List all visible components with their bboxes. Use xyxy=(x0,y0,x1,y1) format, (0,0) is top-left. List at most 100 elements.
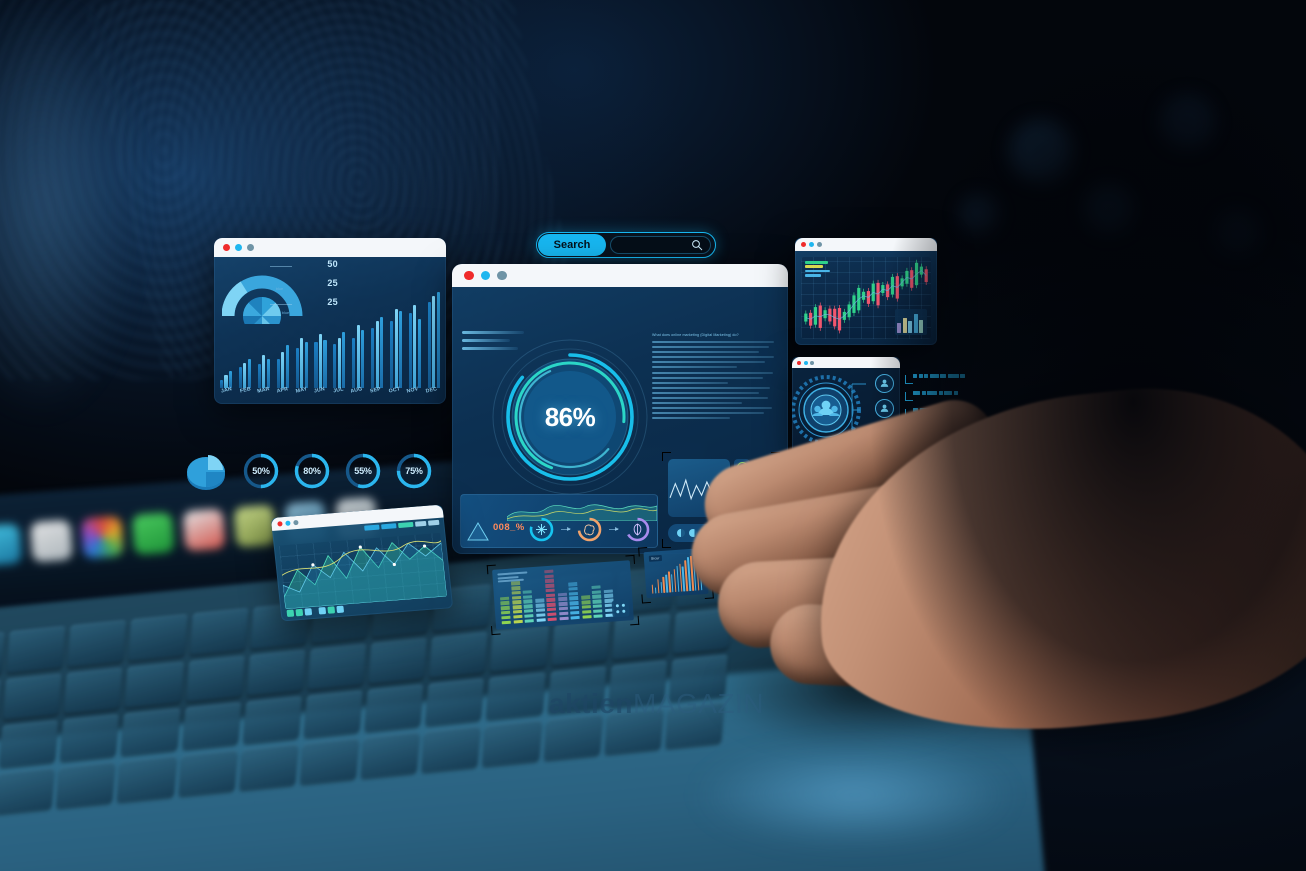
keyboard-key[interactable] xyxy=(0,631,5,679)
bar xyxy=(427,301,431,388)
keyboard-key[interactable] xyxy=(0,720,59,767)
keyboard-key[interactable] xyxy=(128,614,188,661)
close-dot-icon[interactable] xyxy=(223,244,230,251)
dot-icon xyxy=(621,603,625,607)
maximize-dot-icon[interactable] xyxy=(247,244,254,251)
matrix-cell xyxy=(557,592,567,597)
minimize-dot-icon[interactable] xyxy=(480,270,490,281)
search-bar[interactable]: Search xyxy=(536,232,716,258)
kpi-ring: 50% xyxy=(242,452,280,490)
keyboard-key[interactable] xyxy=(121,708,181,755)
keyboard-key[interactable] xyxy=(482,719,542,766)
keyboard-key[interactable] xyxy=(6,625,66,673)
keyboard-key[interactable] xyxy=(117,755,177,802)
keyboard-key[interactable] xyxy=(364,684,424,731)
matrix-cell xyxy=(568,591,579,596)
menu-line[interactable] xyxy=(462,331,524,334)
kpi-ring-label: 50% xyxy=(252,466,270,476)
bar xyxy=(314,341,318,388)
keyboard-key[interactable] xyxy=(303,690,363,737)
bar xyxy=(285,344,289,388)
keyboard-key[interactable] xyxy=(239,743,299,790)
month-label: JUN xyxy=(313,386,326,395)
chart-tab[interactable] xyxy=(381,523,397,530)
keyboard-key[interactable] xyxy=(63,667,123,714)
bar xyxy=(413,305,417,388)
matrix-cell xyxy=(524,613,534,618)
month-label: MAY xyxy=(294,386,308,395)
keyboard-key[interactable] xyxy=(543,713,603,760)
keyboard-key[interactable] xyxy=(189,608,249,655)
minimize-dot-icon[interactable] xyxy=(285,520,291,526)
dock-icon xyxy=(0,523,22,567)
data-matrix-panel[interactable] xyxy=(486,554,640,636)
flow-arrow-icon xyxy=(561,527,571,531)
phase-icon xyxy=(677,529,685,537)
window-area-chart[interactable] xyxy=(270,504,454,622)
matrix-cell xyxy=(545,588,555,593)
flow-arrow-icon xyxy=(657,529,658,530)
keyboard-key[interactable] xyxy=(56,761,116,808)
leaf-icon[interactable] xyxy=(625,517,650,542)
window-bar-chart[interactable]: 50 blue 25 25 blue JAN FEB MAR APR MAY JUN JUL… xyxy=(214,238,446,404)
minimize-dot-icon[interactable] xyxy=(235,244,242,251)
keyboard-key[interactable] xyxy=(181,702,241,749)
keyboard-key[interactable] xyxy=(421,725,481,772)
article-line xyxy=(652,402,743,405)
control-chip[interactable] xyxy=(286,609,295,618)
bar xyxy=(337,338,341,388)
keyboard-key[interactable] xyxy=(178,749,238,796)
keyboard-key[interactable] xyxy=(246,649,306,696)
keyboard-key[interactable] xyxy=(0,679,2,726)
article-text-block: What does online marketing (Digital Mark… xyxy=(652,333,774,423)
leader-line xyxy=(270,266,292,267)
chart-tab[interactable] xyxy=(414,520,427,527)
brain-icon[interactable] xyxy=(577,517,602,542)
node-icon[interactable] xyxy=(529,517,554,542)
dock-icon xyxy=(131,512,175,555)
matrix-cell xyxy=(535,608,545,613)
search-button[interactable]: Search xyxy=(538,234,606,256)
keyboard-key[interactable] xyxy=(124,661,184,708)
keyboard-key[interactable] xyxy=(360,731,420,778)
chart-tab[interactable] xyxy=(364,524,380,531)
month-label: APR xyxy=(276,386,289,395)
bar xyxy=(361,330,365,388)
bar xyxy=(220,380,224,388)
close-dot-icon[interactable] xyxy=(464,270,474,281)
keyboard-key[interactable] xyxy=(425,678,485,725)
search-input[interactable] xyxy=(610,236,711,254)
matrix-cell xyxy=(522,594,533,599)
keyboard-key[interactable] xyxy=(307,643,367,690)
control-chip[interactable] xyxy=(327,606,336,614)
bar xyxy=(247,359,251,388)
keyboard-key[interactable] xyxy=(486,672,546,719)
bar xyxy=(356,324,360,388)
process-status-strip: 008_% xyxy=(460,494,658,548)
control-chip[interactable] xyxy=(318,606,327,615)
process-icon-row[interactable] xyxy=(529,517,658,542)
control-chip[interactable] xyxy=(295,608,304,617)
keyboard-key[interactable] xyxy=(429,631,489,678)
matrix-cell xyxy=(591,590,601,595)
chart-tab[interactable] xyxy=(398,521,414,529)
month-bar-group xyxy=(390,309,403,388)
chart-tab[interactable] xyxy=(427,519,440,526)
grid-view-button[interactable] xyxy=(611,599,630,618)
keyboard-key[interactable] xyxy=(185,655,245,702)
close-dot-icon[interactable] xyxy=(277,521,283,527)
maximize-dot-icon[interactable] xyxy=(293,519,299,526)
keyboard-key[interactable] xyxy=(368,637,428,684)
keyboard-key[interactable] xyxy=(300,737,360,784)
magnifier-icon[interactable] xyxy=(691,239,703,251)
keyboard-key[interactable] xyxy=(60,714,120,761)
matrix-cell xyxy=(558,606,568,611)
matrix-cell xyxy=(559,616,569,621)
keyboard-key[interactable] xyxy=(0,767,55,814)
maximize-dot-icon[interactable] xyxy=(497,270,507,281)
keyboard-key[interactable] xyxy=(242,696,302,743)
keyboard-key[interactable] xyxy=(67,620,127,667)
control-chip[interactable] xyxy=(304,608,313,616)
keyboard-key[interactable] xyxy=(2,673,63,720)
control-chip[interactable] xyxy=(336,605,345,614)
